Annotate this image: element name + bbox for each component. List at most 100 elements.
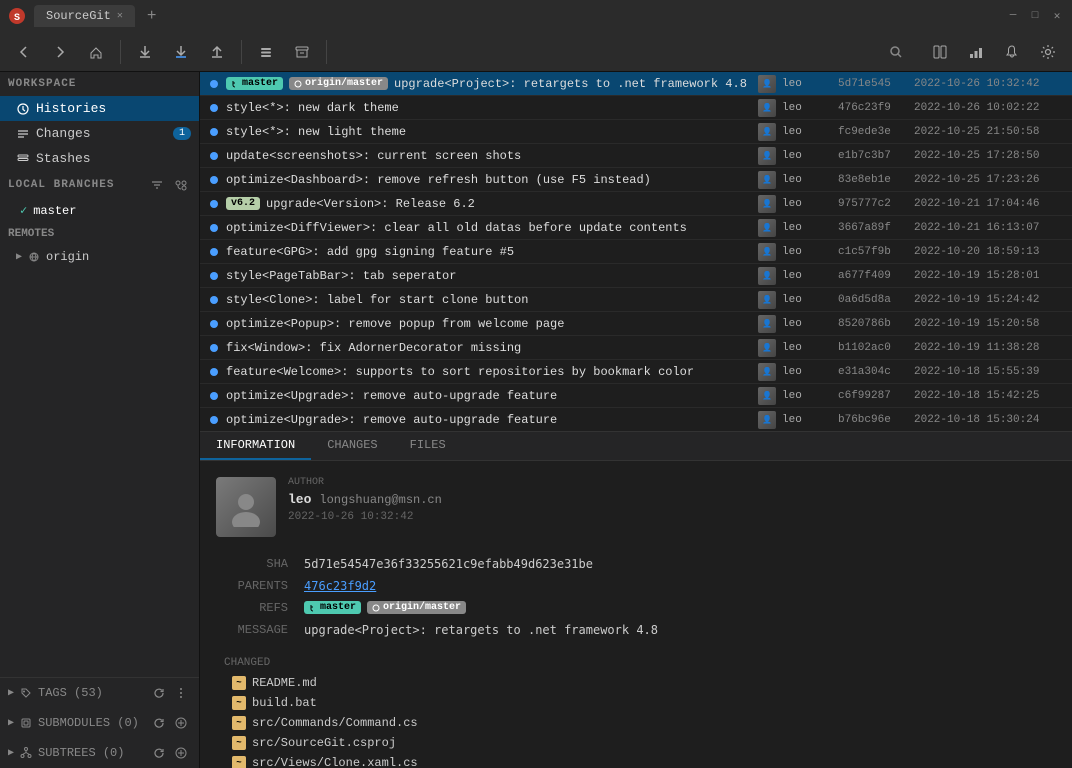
changed-file-readme[interactable]: ~ README.md (216, 673, 1056, 693)
settings-btn[interactable] (1032, 36, 1064, 68)
commit-dot (210, 416, 218, 424)
notif-btn[interactable] (996, 36, 1028, 68)
commit-author: leo (782, 318, 832, 330)
tab-changes[interactable]: CHANGES (311, 432, 393, 460)
push-btn[interactable] (201, 36, 233, 68)
changed-file-buildbat[interactable]: ~ build.bat (216, 693, 1056, 713)
sha-value: 5d71e54547e36f33255621c9efabb49d623e31be (296, 553, 1056, 575)
refs-row: REFS master origin/master (216, 597, 1056, 619)
refs-value: master origin/master (296, 597, 1056, 619)
tags-refresh-btn[interactable] (149, 683, 169, 703)
main-tab[interactable]: SourceGit ✕ (34, 5, 135, 27)
commit-dot (210, 248, 218, 256)
commit-dot (210, 80, 218, 88)
commit-hash: c1c57f9b (838, 246, 908, 258)
file-name: src/Views/Clone.xaml.cs (252, 756, 418, 768)
table-row[interactable]: optimize<Upgrade>: remove auto-upgrade f… (200, 384, 1072, 408)
branch-add-btn[interactable] (171, 175, 191, 195)
remote-branch-badge: origin/master (289, 77, 388, 90)
tab-files[interactable]: FILES (394, 432, 462, 460)
table-row[interactable]: feature<GPG>: add gpg signing feature #5… (200, 240, 1072, 264)
branch-filter-btn[interactable] (147, 175, 167, 195)
table-row[interactable]: fix<Window>: fix AdornerDecorator missin… (200, 336, 1072, 360)
sidebar-item-stashes[interactable]: Stashes (0, 146, 199, 171)
message-value: upgrade<Project>: retargets to .net fram… (296, 619, 1056, 641)
detail-tabs: INFORMATION CHANGES FILES (200, 432, 1072, 461)
changed-file-csproj[interactable]: ~ src/SourceGit.csproj (216, 733, 1056, 753)
avatar: 👤 (758, 147, 776, 165)
forward-btn[interactable] (44, 36, 76, 68)
close-window-btn[interactable]: ✕ (1050, 9, 1064, 23)
changed-label: CHANGED (224, 657, 270, 669)
commit-author: leo (782, 222, 832, 234)
minimize-btn[interactable]: ─ (1006, 9, 1020, 23)
changes-label: Changes (36, 126, 91, 141)
commit-dot (210, 104, 218, 112)
table-row[interactable]: optimize<Popup>: remove popup from welco… (200, 312, 1072, 336)
commit-author: leo (782, 390, 832, 402)
svg-text:S: S (14, 13, 20, 24)
table-row[interactable]: optimize<Upgrade>: remove auto-upgrade f… (200, 408, 1072, 432)
tab-label: SourceGit (46, 9, 111, 23)
table-row[interactable]: style<Clone>: label for start clone butt… (200, 288, 1072, 312)
window-controls: ─ □ ✕ (1006, 9, 1064, 23)
changed-file-commandcs[interactable]: ~ src/Commands/Command.cs (216, 713, 1056, 733)
maximize-btn[interactable]: □ (1028, 9, 1042, 23)
sidebar-item-histories[interactable]: Histories (0, 96, 199, 121)
remote-origin[interactable]: ▶ origin (0, 246, 199, 268)
submodules-icon (20, 717, 32, 729)
stashes-icon (16, 152, 30, 166)
pull-btn[interactable] (165, 36, 197, 68)
fetch-btn[interactable] (129, 36, 161, 68)
parents-link[interactable]: 476c23f9d2 (304, 579, 376, 593)
subtrees-item[interactable]: ▶ SUBTREES (0) (0, 738, 199, 768)
author-email: longshuang@msn.cn (319, 493, 441, 507)
toolbar-sep-1 (120, 40, 121, 64)
subtrees-refresh-btn[interactable] (149, 743, 169, 763)
table-row[interactable]: optimize<DiffViewer>: clear all old data… (200, 216, 1072, 240)
tab-information[interactable]: INFORMATION (200, 432, 311, 460)
table-row[interactable]: feature<Welcome>: supports to sort repos… (200, 360, 1072, 384)
submodules-refresh-btn[interactable] (149, 713, 169, 733)
subtrees-add-btn[interactable] (171, 743, 191, 763)
commit-date: 2022-10-19 15:20:58 (914, 318, 1064, 330)
back-btn[interactable] (8, 36, 40, 68)
new-tab-btn[interactable]: + (143, 7, 161, 25)
table-row[interactable]: v6.2 upgrade<Version>: Release 6.2 👤 leo… (200, 192, 1072, 216)
avatar: 👤 (758, 195, 776, 213)
commit-message: update<screenshots>: current screen shot… (226, 149, 752, 163)
branch-master[interactable]: ✓ master (0, 199, 199, 222)
tags-item[interactable]: ▶ TAGS (53) (0, 678, 199, 708)
table-row[interactable]: master origin/master upgrade<Project>: r… (200, 72, 1072, 96)
table-row[interactable]: style<*>: new dark theme 👤 leo 476c23f9 … (200, 96, 1072, 120)
toolbar-sep-3 (326, 40, 327, 64)
table-row[interactable]: update<screenshots>: current screen shot… (200, 144, 1072, 168)
search-btn[interactable] (880, 38, 912, 66)
tags-label: TAGS (53) (38, 686, 103, 700)
stash-btn[interactable] (250, 36, 282, 68)
remote-origin-label: origin (46, 250, 89, 264)
tags-menu-btn[interactable] (171, 683, 191, 703)
archive-btn[interactable] (286, 36, 318, 68)
commit-hash: b76bc96e (838, 414, 908, 426)
tab-close-btn[interactable]: ✕ (117, 10, 123, 22)
sidebar-item-changes[interactable]: Changes 1 (0, 121, 199, 146)
table-row[interactable]: style<*>: new light theme 👤 leo fc9ede3e… (200, 120, 1072, 144)
changed-file-clonexaml[interactable]: ~ src/Views/Clone.xaml.cs (216, 753, 1056, 768)
stats-btn[interactable] (960, 36, 992, 68)
avatar: 👤 (758, 243, 776, 261)
commit-message: feature<GPG>: add gpg signing feature #5 (226, 245, 752, 259)
table-row[interactable]: style<PageTabBar>: tab seperator 👤 leo a… (200, 264, 1072, 288)
changes-badge: 1 (173, 127, 191, 140)
changes-icon (16, 127, 30, 141)
home-btn[interactable] (80, 36, 112, 68)
tags-expand-icon: ▶ (8, 687, 14, 699)
submodules-add-btn[interactable] (171, 713, 191, 733)
remote-expand-icon: ▶ (16, 251, 22, 263)
submodules-item[interactable]: ▶ SUBMODULES (0) (0, 708, 199, 738)
layout-btn[interactable] (924, 36, 956, 68)
commit-date: 2022-10-25 17:23:26 (914, 174, 1064, 186)
table-row[interactable]: optimize<Dashboard>: remove refresh butt… (200, 168, 1072, 192)
subtrees-icon (20, 747, 32, 759)
commit-hash: 3667a89f (838, 222, 908, 234)
